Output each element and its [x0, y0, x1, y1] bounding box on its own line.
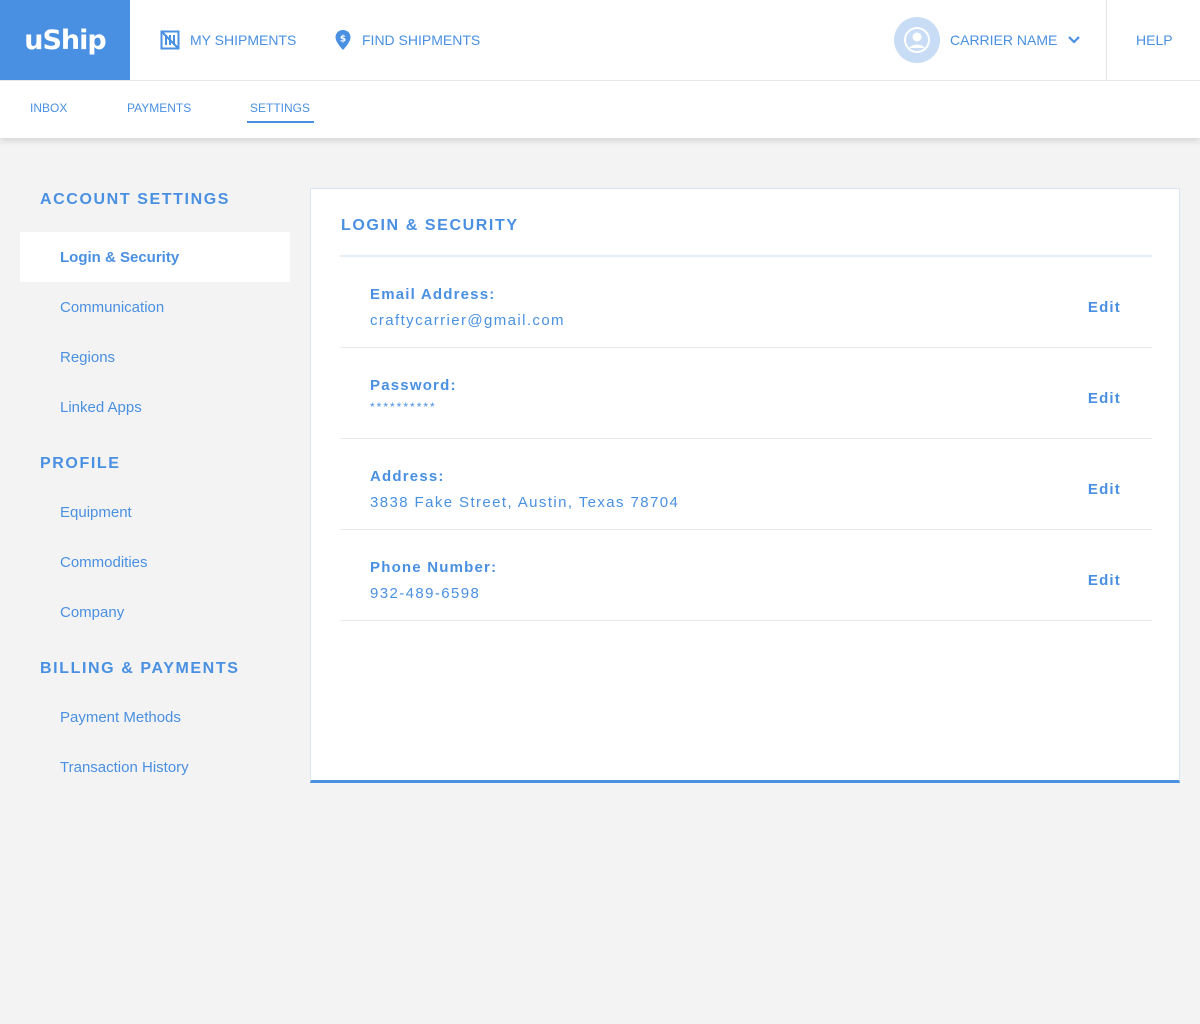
edit-address-button[interactable]: Edit	[1088, 481, 1121, 498]
user-menu[interactable]: CARRIER NAME	[894, 17, 1081, 63]
edit-phone-button[interactable]: Edit	[1088, 572, 1121, 589]
avatar-icon	[894, 17, 940, 63]
tab-settings[interactable]: SETTINGS	[247, 101, 315, 123]
sidebar-item-payment-methods[interactable]: Payment Methods	[20, 692, 290, 742]
sidebar-item-equipment[interactable]: Equipment	[20, 487, 290, 537]
header-divider	[1106, 0, 1107, 80]
help-link[interactable]: HELP	[1136, 0, 1173, 80]
sidebar-item-communication[interactable]: Communication	[20, 282, 290, 332]
section-billing-payments: BILLING & PAYMENTS	[40, 660, 240, 677]
sidebar-item-transaction-history[interactable]: Transaction History	[20, 742, 290, 792]
sub-navigation: INBOX PAYMENTS SETTINGS	[0, 80, 1200, 138]
nav-my-shipments-label: MY SHIPMENTS	[190, 32, 297, 48]
uship-logo[interactable]: uShip	[0, 0, 130, 80]
password-value: **********	[370, 400, 437, 414]
top-navigation-bar: uShip MY SHIPMENTS $ FIND SHIPMENTS CARR…	[0, 0, 1200, 80]
user-name: CARRIER NAME	[950, 32, 1058, 48]
row-email: Email Address: craftycarrier@gmail.com E…	[340, 257, 1152, 348]
address-label: Address:	[370, 468, 445, 485]
nav-find-shipments[interactable]: $ FIND SHIPMENTS	[334, 0, 480, 80]
edit-email-button[interactable]: Edit	[1088, 299, 1121, 316]
sidebar-item-login-security[interactable]: Login & Security	[20, 232, 290, 282]
email-label: Email Address:	[370, 286, 496, 303]
sidebar-item-commodities[interactable]: Commodities	[20, 537, 290, 587]
chevron-down-icon	[1067, 35, 1081, 45]
row-phone: Phone Number: 932-489-6598 Edit	[340, 530, 1152, 621]
login-security-panel: LOGIN & SECURITY Email Address: craftyca…	[310, 188, 1180, 783]
tab-inbox[interactable]: INBOX	[30, 101, 67, 121]
tab-payments[interactable]: PAYMENTS	[127, 101, 191, 121]
section-account-settings: ACCOUNT SETTINGS	[40, 191, 231, 208]
nav-find-shipments-label: FIND SHIPMENTS	[362, 32, 481, 48]
panel-title: LOGIN & SECURITY	[341, 217, 519, 234]
address-value: 3838 Fake Street, Austin, Texas 78704	[370, 494, 680, 511]
sidebar-item-linked-apps[interactable]: Linked Apps	[20, 382, 290, 432]
edit-password-button[interactable]: Edit	[1088, 390, 1121, 407]
row-address: Address: 3838 Fake Street, Austin, Texas…	[340, 439, 1152, 530]
email-value: craftycarrier@gmail.com	[370, 312, 565, 329]
nav-my-shipments[interactable]: MY SHIPMENTS	[160, 0, 296, 80]
phone-label: Phone Number:	[370, 559, 498, 576]
location-pin-icon: $	[334, 29, 352, 51]
shipments-icon	[160, 30, 180, 50]
sidebar-item-company[interactable]: Company	[20, 587, 290, 637]
logo-text: uShip	[24, 24, 106, 56]
section-profile: PROFILE	[40, 455, 121, 472]
password-label: Password:	[370, 377, 457, 394]
sidebar-item-regions[interactable]: Regions	[20, 332, 290, 382]
phone-value: 932-489-6598	[370, 585, 481, 602]
svg-text:$: $	[340, 35, 346, 45]
row-password: Password: ********** Edit	[340, 348, 1152, 439]
